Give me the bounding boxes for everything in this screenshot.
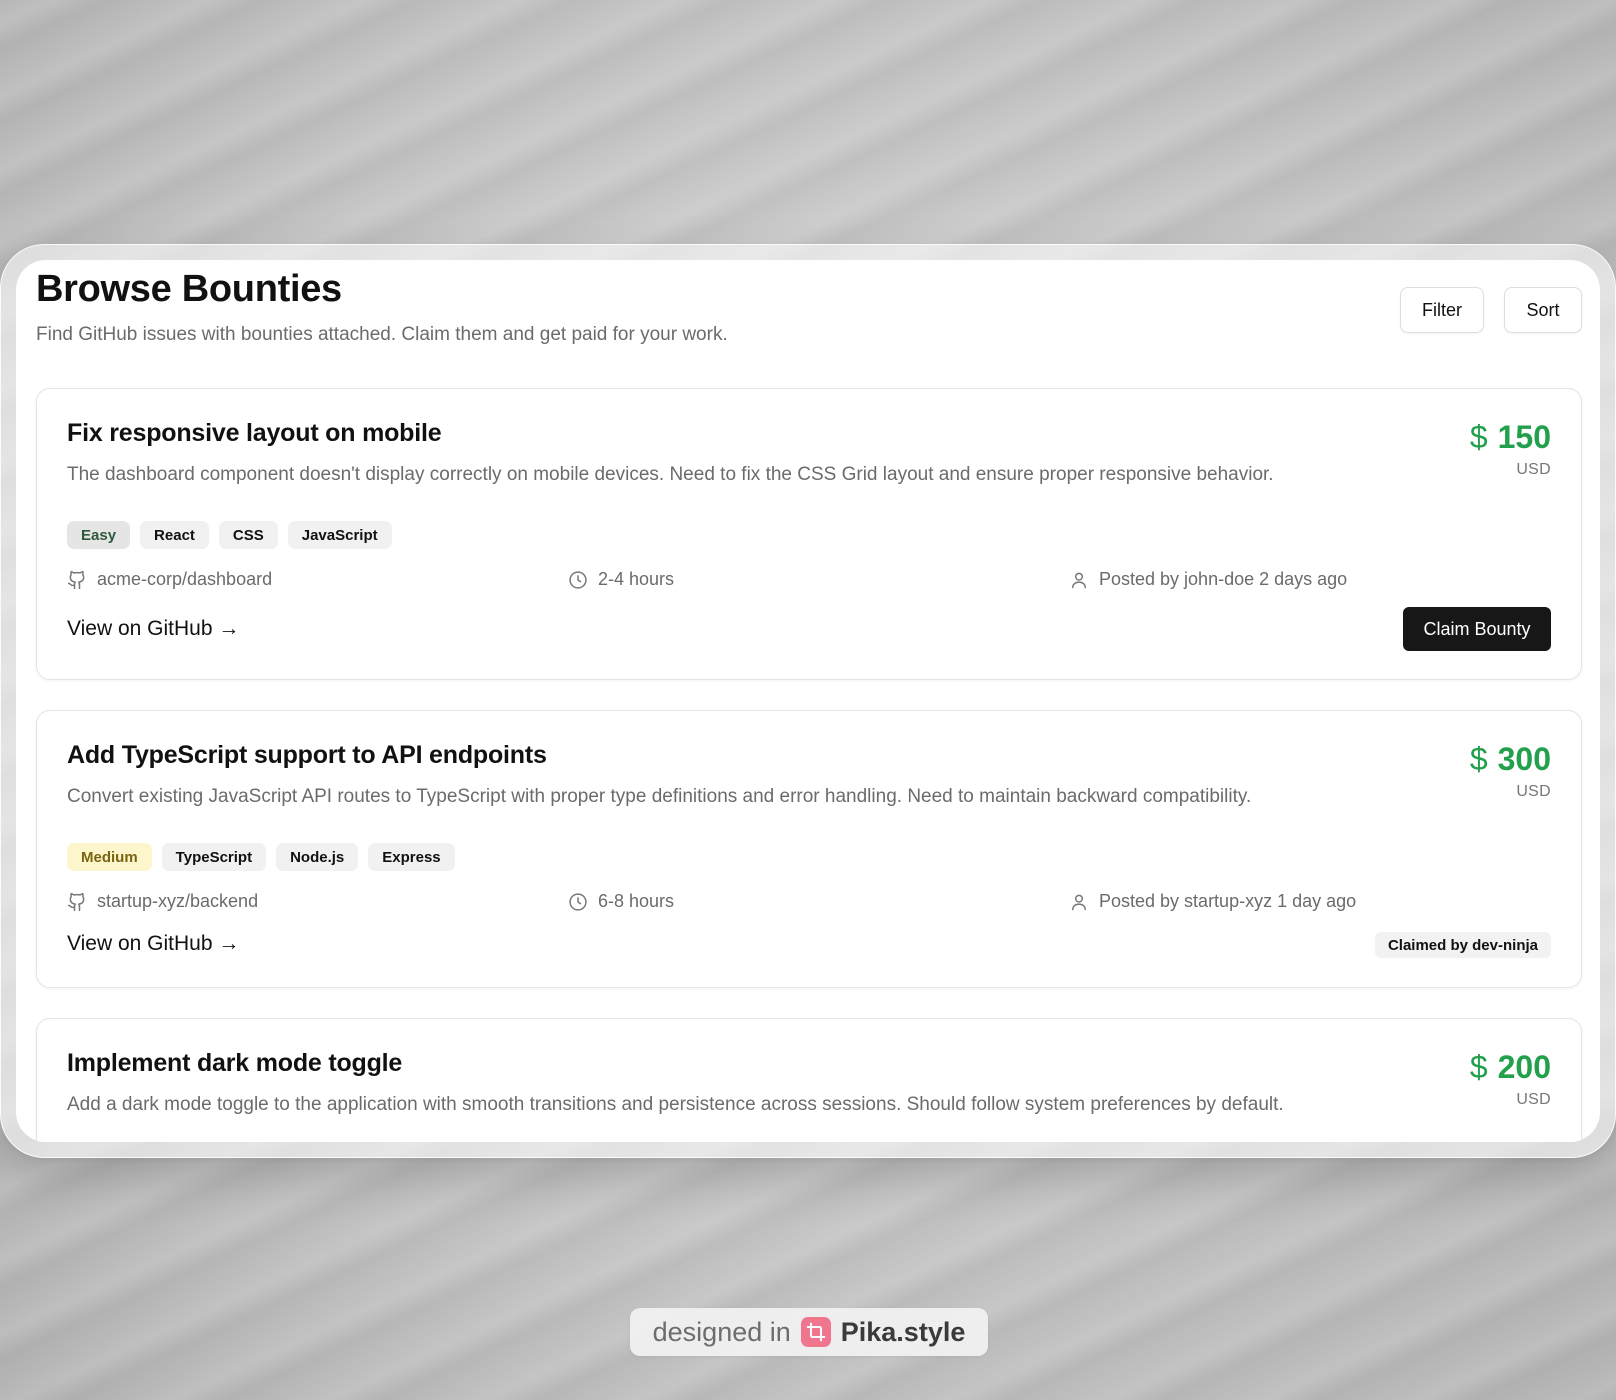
repo-name[interactable]: acme-corp/dashboard	[97, 569, 272, 590]
view-on-github-link[interactable]: View on GitHub →	[67, 617, 239, 641]
bounty-title[interactable]: Add TypeScript support to API endpoints	[67, 741, 547, 770]
posted-text: Posted by john-doe 2 days ago	[1099, 569, 1348, 589]
bounty-posted: Posted by john-doe 2 days ago	[1069, 569, 1347, 590]
dollar-icon: $	[1469, 1049, 1488, 1085]
bounty-title[interactable]: Implement dark mode toggle	[67, 1049, 402, 1078]
bounty-card: Add TypeScript support to API endpoints …	[36, 710, 1582, 988]
view-on-github-link[interactable]: View on GitHub →	[67, 932, 239, 956]
time-estimate-text: 2-4 hours	[598, 569, 675, 589]
time-estimate-text: 6-8 hours	[598, 891, 675, 911]
bounty-repo: acme-corp/dashboard	[67, 569, 272, 590]
difficulty-badge: Medium	[67, 843, 152, 871]
bounty-currency: USD	[1516, 461, 1551, 478]
claimed-badge: Claimed by dev-ninja	[1374, 932, 1551, 958]
bounty-time-estimate: 2-4 hours	[568, 569, 674, 590]
bounty-amount: $ 200	[1470, 1049, 1551, 1086]
watermark-brand: Pika.style	[840, 1316, 966, 1347]
tech-tag: Express	[368, 843, 455, 871]
bounty-posted: Posted by startup-xyz 1 day ago	[1069, 891, 1356, 912]
difficulty-badge: Easy	[67, 521, 131, 549]
user-icon	[1072, 572, 1086, 588]
bounty-tags: Medium TypeScript Node.js Express	[67, 843, 455, 871]
page-subtitle: Find GitHub issues with bounties attache…	[36, 324, 728, 345]
watermark-prefix: designed in	[652, 1316, 791, 1347]
bounty-currency: USD	[1516, 1091, 1551, 1108]
pika-logo-icon	[800, 1317, 831, 1347]
tech-tag: CSS	[218, 521, 278, 549]
clock-icon	[569, 892, 587, 911]
posted-text: Posted by startup-xyz 1 day ago	[1099, 891, 1357, 911]
clock-icon	[569, 570, 587, 589]
bounties-window: Browse Bounties Find GitHub issues with …	[16, 260, 1600, 1142]
bounty-amount: $ 300	[1470, 741, 1551, 778]
bounty-amount: $ 150	[1470, 419, 1551, 456]
bounty-amount-value: 150	[1497, 419, 1551, 455]
claim-bounty-button[interactable]: Claim Bounty	[1403, 607, 1551, 651]
bounty-time-estimate: 6-8 hours	[568, 891, 674, 912]
bounty-description: Convert existing JavaScript API routes t…	[67, 786, 1252, 807]
sort-button[interactable]: Sort	[1504, 287, 1582, 333]
github-icon	[67, 892, 85, 911]
bounty-title[interactable]: Fix responsive layout on mobile	[67, 419, 442, 448]
bounty-card: Implement dark mode toggle Add a dark mo…	[36, 1018, 1582, 1142]
tech-tag: JavaScript	[287, 521, 392, 549]
bounty-description: The dashboard component doesn't display …	[67, 464, 1274, 485]
bounty-currency: USD	[1516, 783, 1551, 800]
bounty-amount-value: 200	[1497, 1049, 1551, 1085]
tech-tag: Node.js	[276, 843, 359, 871]
dollar-icon: $	[1469, 741, 1488, 777]
bounty-repo: startup-xyz/backend	[67, 891, 258, 912]
filter-button[interactable]: Filter	[1400, 287, 1484, 333]
page-title: Browse Bounties	[36, 268, 342, 310]
bounty-description: Add a dark mode toggle to the applicatio…	[67, 1094, 1284, 1115]
pika-watermark: designed in Pika.style	[630, 1308, 988, 1356]
bounty-amount-value: 300	[1497, 741, 1551, 777]
tech-tag: TypeScript	[161, 843, 267, 871]
repo-name[interactable]: startup-xyz/backend	[97, 891, 258, 912]
user-icon	[1072, 894, 1086, 910]
bounty-card: Fix responsive layout on mobile The dash…	[36, 388, 1582, 680]
tech-tag: React	[140, 521, 209, 549]
bounty-tags: Easy React CSS JavaScript	[67, 521, 392, 549]
dollar-icon: $	[1469, 419, 1488, 455]
github-icon	[67, 570, 85, 589]
